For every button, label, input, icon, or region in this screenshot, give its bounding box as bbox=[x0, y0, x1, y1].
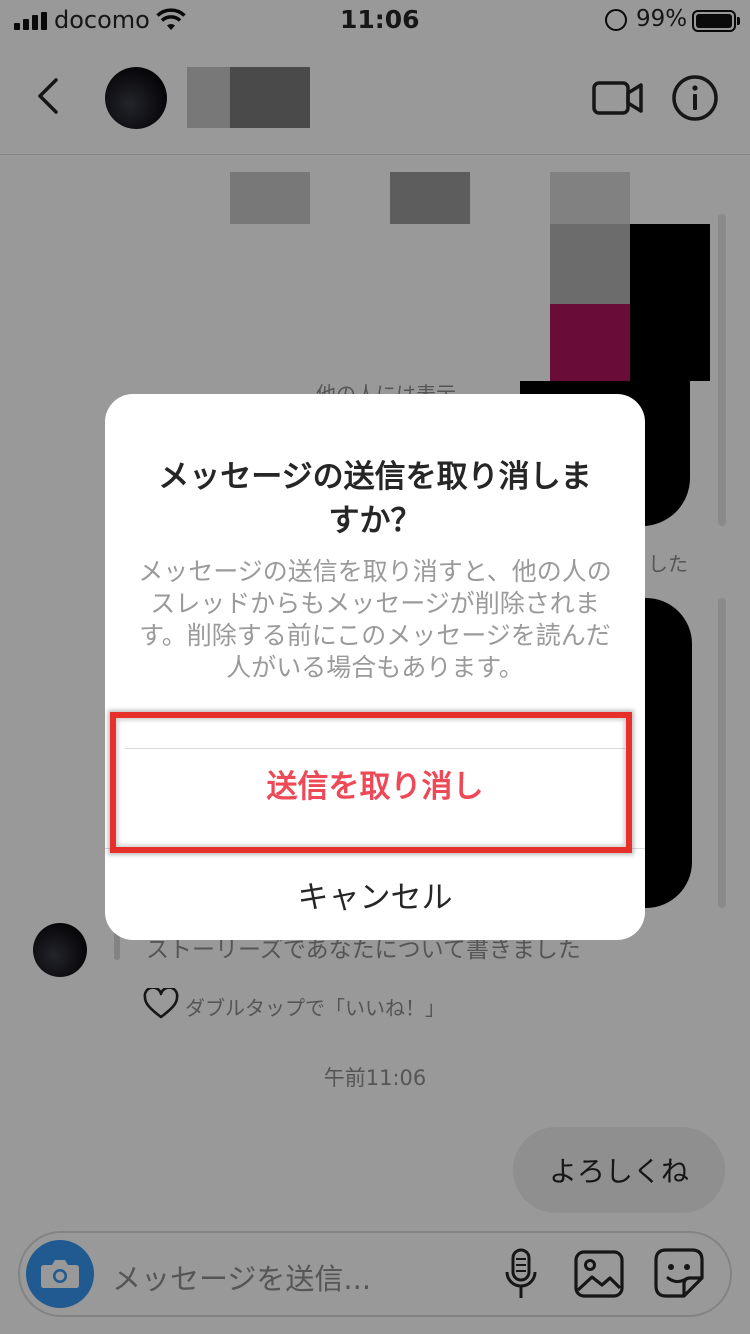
highlight-box bbox=[110, 712, 632, 853]
dialog-title: メッセージの送信を取り消しますか？ bbox=[158, 459, 592, 539]
dialog-message: メッセージの送信を取り消すと、他の人のスレッドからもメッセージが削除されます。削… bbox=[138, 557, 612, 682]
cancel-button[interactable]: キャンセル bbox=[105, 848, 645, 940]
